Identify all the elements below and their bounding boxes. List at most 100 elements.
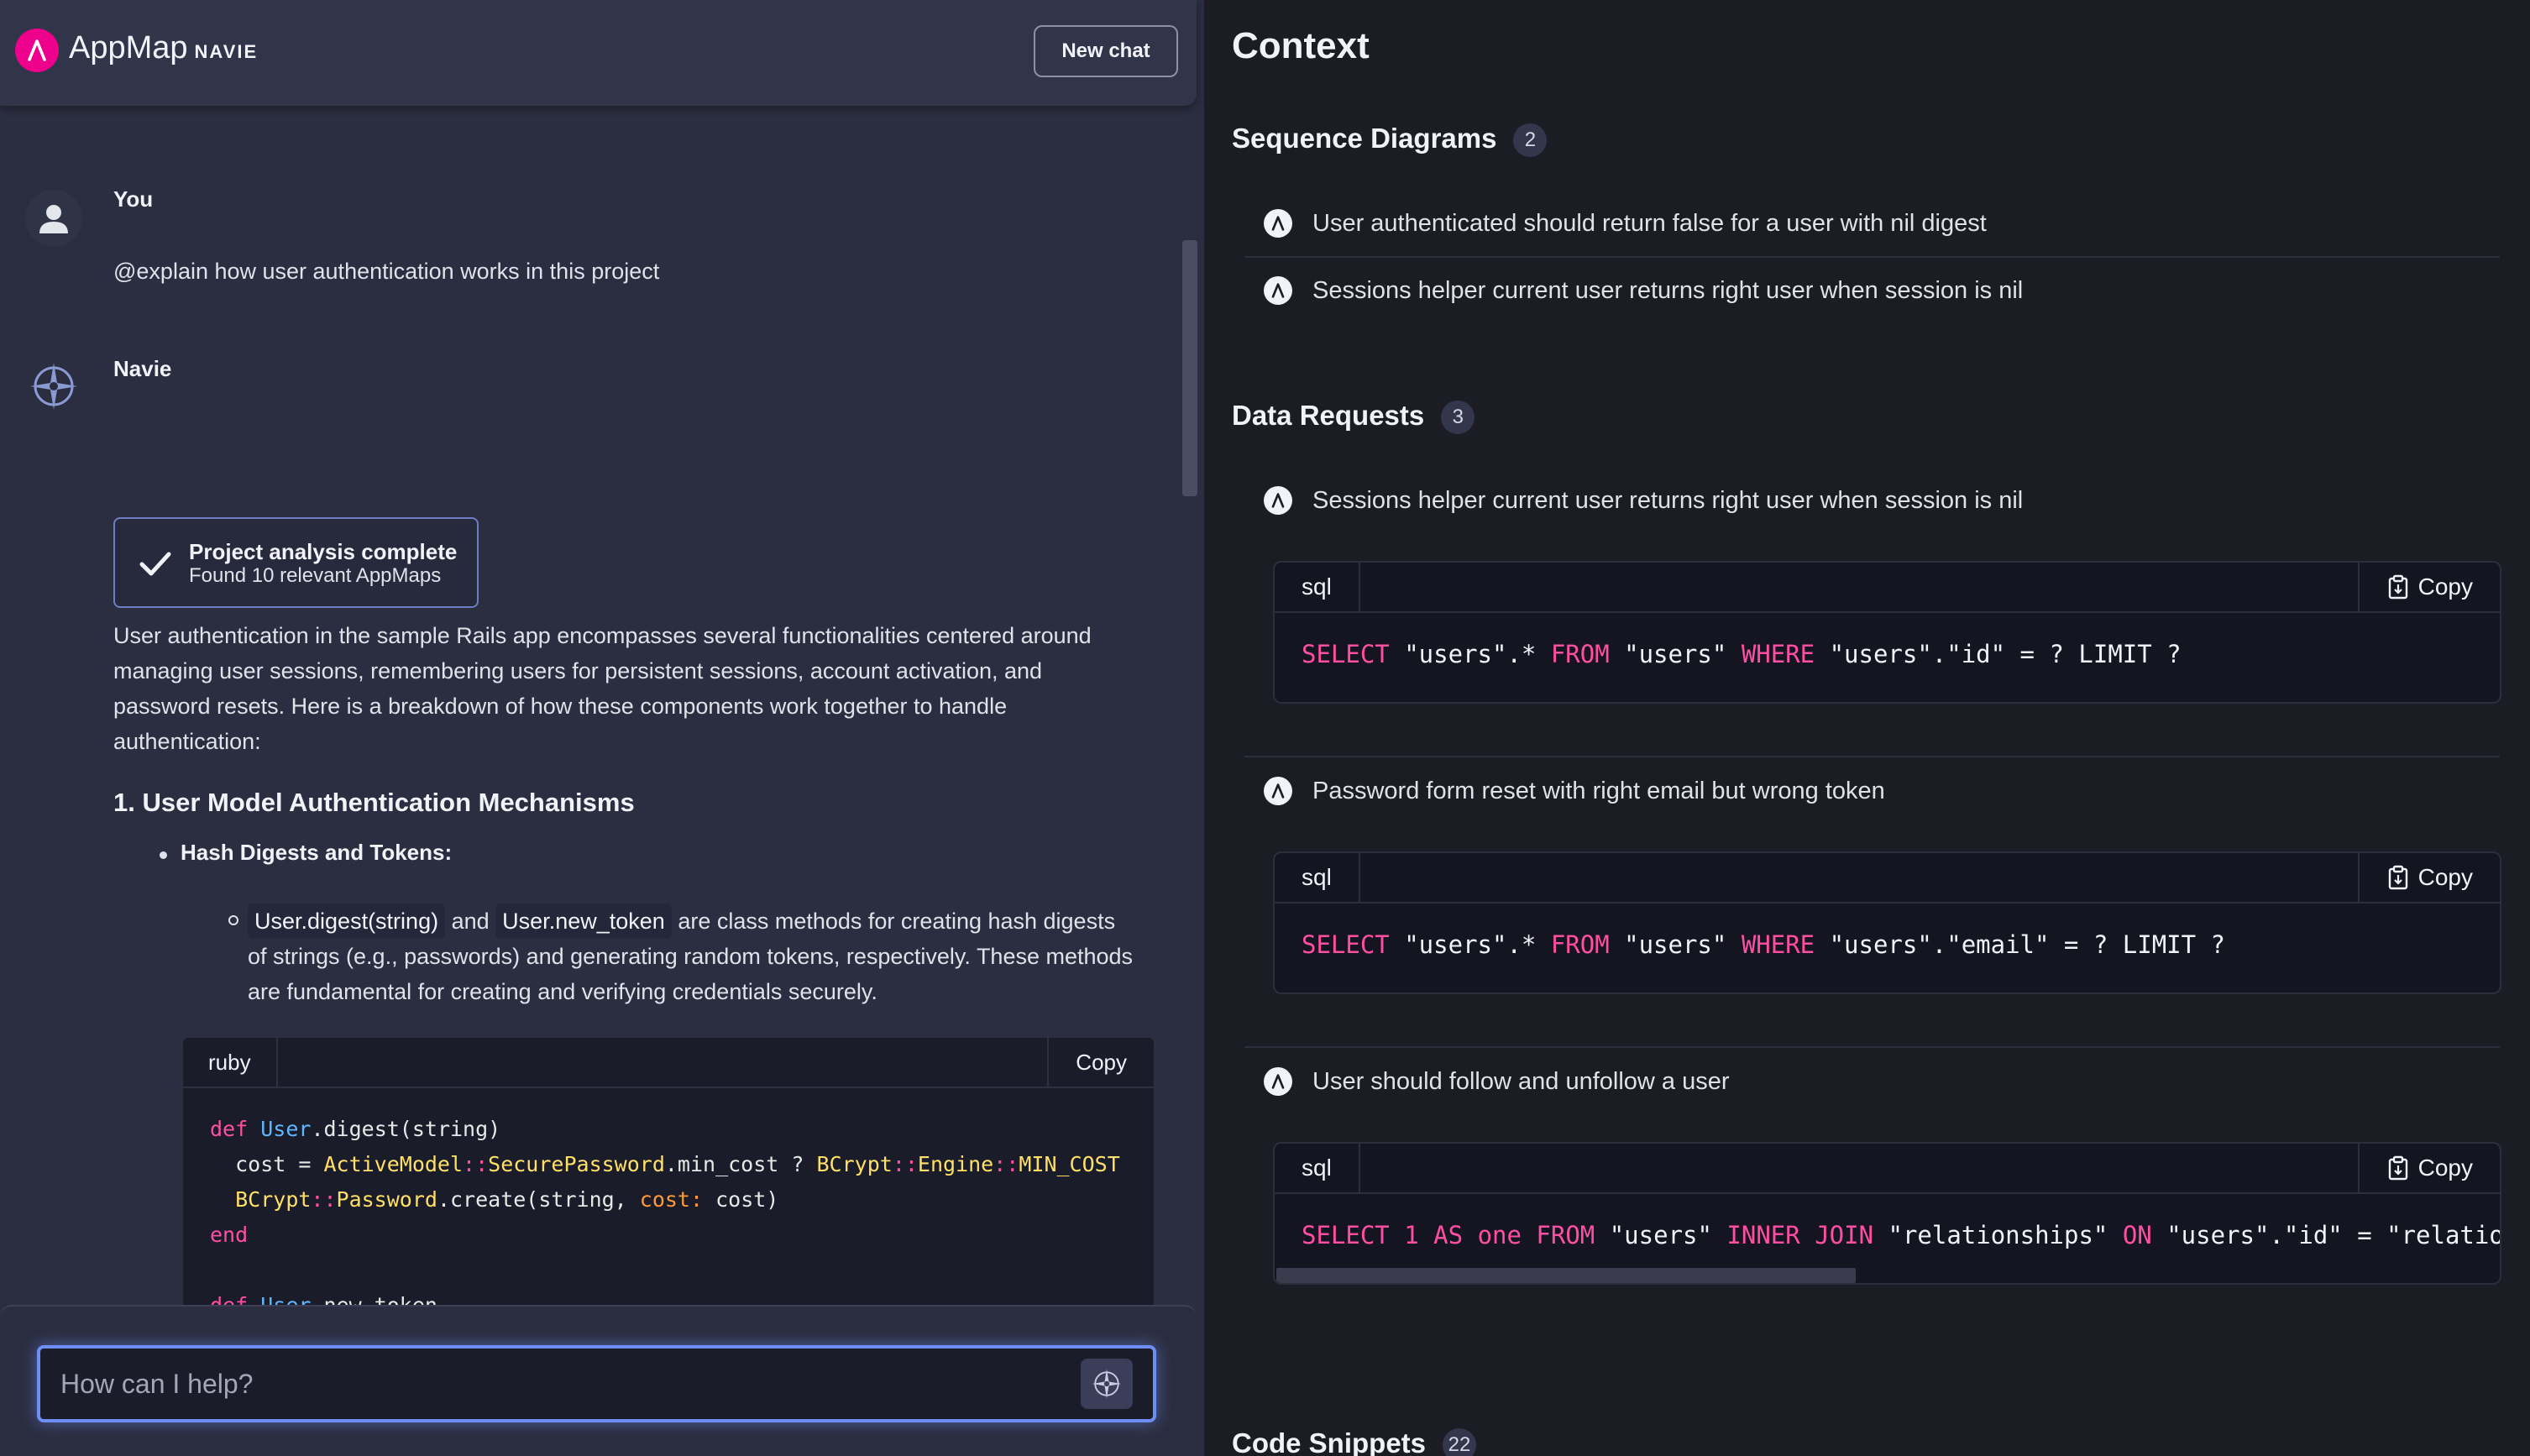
appmap-logo-icon <box>1264 486 1292 515</box>
code-line: BCrypt::Password.create(string, cost: co… <box>235 1187 779 1212</box>
data-request-item[interactable]: User should follow and unfollow a user <box>1264 1065 1730 1098</box>
copy-button[interactable]: Copy <box>2357 853 2500 902</box>
sql-code: SELECT "users".* FROM "users" WHERE "use… <box>1302 640 2182 668</box>
sub-bullet-line: of strings (e.g., passwords) and generat… <box>248 944 1134 969</box>
text: are class methods for creating hash dige… <box>678 909 1116 934</box>
item-label: Sessions helper current user returns rig… <box>1312 486 2024 514</box>
section-label: Code Snippets <box>1232 1427 1427 1456</box>
intro-line: User authentication in the sample Rails … <box>113 623 1092 648</box>
code-block: ruby Copy def User.digest(string) cost =… <box>181 1036 1155 1305</box>
code-line: def User.digest(string) <box>210 1117 501 1141</box>
appmap-logo-icon <box>1264 276 1292 305</box>
count-badge: 22 <box>1443 1428 1477 1456</box>
chat-header: AppMap NAVIE New chat <box>0 0 1197 106</box>
code-block-header: ruby Copy <box>183 1038 1154 1088</box>
section-sequence-diagrams: Sequence Diagrams 2 <box>1232 123 1548 158</box>
clipboard-icon <box>2388 1155 2407 1181</box>
send-button[interactable] <box>1081 1359 1133 1409</box>
copy-label: Copy <box>2417 573 2473 600</box>
inline-code: User.digest(string) <box>248 903 446 939</box>
sql-block-header: sql Copy <box>1275 1144 2500 1194</box>
sub-bullet-line: are fundamental for creating and verifyi… <box>248 979 877 1004</box>
copy-button[interactable]: Copy <box>2357 563 2500 611</box>
prompt-input[interactable] <box>40 1349 1153 1419</box>
navie-name: Navie <box>113 356 172 381</box>
item-label: Sessions helper current user returns rig… <box>1312 276 2024 304</box>
horizontal-scrollbar[interactable] <box>1276 1268 1856 1283</box>
intro-line: managing user sessions, remembering user… <box>113 658 1043 683</box>
status-card: Project analysis complete Found 10 relev… <box>113 517 479 608</box>
item-label: User authenticated should return false f… <box>1312 209 1987 237</box>
section-label: Data Requests <box>1232 400 1425 431</box>
compass-icon <box>1092 1369 1122 1399</box>
data-request-item[interactable]: Sessions helper current user returns rig… <box>1264 484 2023 517</box>
brand-sub: NAVIE <box>194 41 259 62</box>
inline-code: User.new_token <box>495 903 672 939</box>
data-request-item[interactable]: Password form reset with right email but… <box>1264 774 1885 808</box>
user-name: You <box>113 186 154 212</box>
sub-bullet-dot <box>228 915 238 925</box>
copy-label: Copy <box>2417 864 2473 890</box>
code-line: cost = ActiveModel::SecurePassword.min_c… <box>210 1152 1120 1176</box>
sql-block-header: sql Copy <box>1275 563 2500 613</box>
bullet-heading: Hash Digests and Tokens: <box>181 840 453 865</box>
chat-input-area <box>0 1305 1197 1456</box>
divider <box>1244 756 2500 757</box>
intro-line: authentication: <box>113 729 261 754</box>
status-subtitle: Found 10 relevant AppMaps <box>189 564 442 587</box>
count-badge: 2 <box>1513 123 1548 158</box>
chat-transcript[interactable]: You @explain how user authentication wor… <box>0 106 1204 1305</box>
divider <box>1244 1046 2500 1048</box>
intro-line: password resets. Here is a breakdown of … <box>113 694 1008 719</box>
copy-button[interactable]: Copy <box>1047 1038 1154 1087</box>
copy-button[interactable]: Copy <box>2357 1144 2500 1192</box>
sql-block-header: sql Copy <box>1275 853 2500 903</box>
code-line: def User.new_token <box>210 1288 1120 1305</box>
scrollbar-thumb[interactable] <box>1182 240 1197 496</box>
appmap-logo-icon <box>15 29 59 72</box>
copy-label: Copy <box>2417 1155 2473 1181</box>
count-badge: 3 <box>1441 401 1475 435</box>
bullet-dot <box>160 851 167 859</box>
section-data-requests: Data Requests 3 <box>1232 400 1475 435</box>
sub-bullet-line: User.digest(string) and User.new_token a… <box>248 903 1163 939</box>
appmap-logo-icon <box>1264 1067 1292 1096</box>
section-code-snippets: Code Snippets 22 <box>1232 1427 1477 1456</box>
pane-divider[interactable] <box>1204 0 1218 1456</box>
code-line: end <box>210 1223 249 1247</box>
appmap-logo-icon <box>1264 777 1292 805</box>
context-title: Context <box>1232 25 1370 66</box>
code-language: sql <box>1275 853 1360 902</box>
sql-block: sql Copy SELECT "users".* FROM "users" W… <box>1273 851 2501 994</box>
compass-icon <box>25 358 82 415</box>
sub-bullet-paragraph: User.digest(string) and User.new_token a… <box>248 903 1163 1009</box>
sql-code: SELECT "users".* FROM "users" WHERE "use… <box>1302 930 2225 959</box>
section-label: Sequence Diagrams <box>1232 123 1497 154</box>
user-message: @explain how user authentication works i… <box>113 259 660 284</box>
prompt-input-wrapper <box>37 1345 1156 1422</box>
brand-name: AppMap NAVIE <box>69 30 259 65</box>
sql-block: sql Copy SELECT 1 AS one FROM "users" IN… <box>1273 1142 2501 1285</box>
sql-block: sql Copy SELECT "users".* FROM "users" W… <box>1273 561 2501 704</box>
code-language: ruby <box>183 1038 278 1087</box>
assistant-intro: User authentication in the sample Rails … <box>113 618 1163 759</box>
code-language: sql <box>1275 1144 1360 1192</box>
person-icon <box>25 190 82 247</box>
section-heading: 1. User Model Authentication Mechanisms <box>113 788 635 817</box>
clipboard-icon <box>2388 574 2407 600</box>
clipboard-icon <box>2388 865 2407 890</box>
appmap-logo-icon <box>1264 209 1292 238</box>
sql-code: SELECT 1 AS one FROM "users" INNER JOIN … <box>1302 1221 2501 1249</box>
status-title: Project analysis complete <box>189 539 458 564</box>
item-label: User should follow and unfollow a user <box>1312 1067 1730 1095</box>
code-language: sql <box>1275 563 1360 611</box>
check-icon <box>139 552 171 576</box>
item-label: Password form reset with right email but… <box>1312 777 1885 804</box>
new-chat-button[interactable]: New chat <box>1034 25 1178 77</box>
sequence-diagram-item[interactable]: Sessions helper current user returns rig… <box>1264 274 2023 307</box>
code-lines: def User.digest(string) cost = ActiveMod… <box>210 1112 1120 1305</box>
text: and <box>451 909 490 934</box>
sequence-diagram-item[interactable]: User authenticated should return false f… <box>1264 207 1987 240</box>
context-pane: Context Sequence Diagrams 2 User authenti… <box>1218 0 2530 1456</box>
